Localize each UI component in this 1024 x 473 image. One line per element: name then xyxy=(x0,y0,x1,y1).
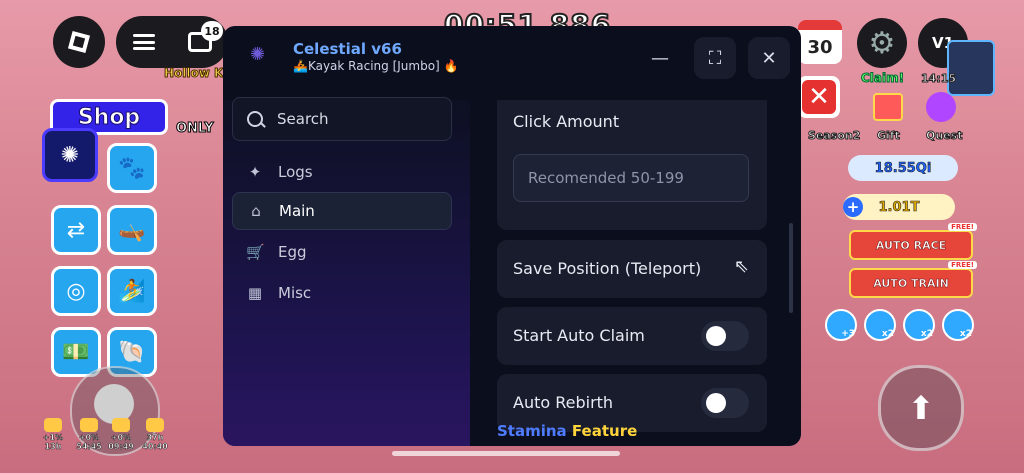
nav-egg[interactable]: 🛒 Egg xyxy=(232,233,452,271)
stat-4-icon xyxy=(146,418,164,432)
celestial-logo-icon: ✺ xyxy=(250,44,266,65)
hollow-text: Hollow Kn xyxy=(164,66,233,81)
trade-icon[interactable]: ⇄ xyxy=(51,205,101,255)
gift-label[interactable]: Gift xyxy=(877,129,901,143)
home-indicator[interactable] xyxy=(392,451,620,456)
currency-qi: 18.55Qi xyxy=(848,155,958,181)
sparkle-icon: ✦ xyxy=(248,163,262,181)
stat-3-top: +0% xyxy=(110,433,132,443)
nav-misc-label: Misc xyxy=(278,284,312,302)
hub-subtitle: 🚣Kayak Racing [Jumbo] 🔥 xyxy=(293,59,459,73)
stamina-word: Stamina xyxy=(497,422,567,440)
boost-2[interactable]: x2 xyxy=(864,309,896,341)
stat-3-bottom: 09:49 xyxy=(108,442,134,452)
hub-content: Click Amount Recomended 50-199 Save Posi… xyxy=(473,100,793,446)
season-label[interactable]: Season2 xyxy=(807,129,860,143)
claim-timer: 14:15 xyxy=(920,72,957,86)
stat-2-icon xyxy=(80,418,98,432)
auto-race-button[interactable]: AUTO RACE FREE! xyxy=(849,223,977,260)
quest-label[interactable]: Quest xyxy=(925,129,962,143)
close-button[interactable]: ✕ xyxy=(748,37,790,79)
jump-button[interactable]: ⬆ xyxy=(878,365,964,451)
celestial-toggle-icon[interactable]: ✺ xyxy=(42,128,98,182)
search-icon xyxy=(247,111,263,127)
hub-header[interactable]: ✺ Celestial v66 🚣Kayak Racing [Jumbo] 🔥 … xyxy=(223,26,801,100)
hub-window: ✺ Celestial v66 🚣Kayak Racing [Jumbo] 🔥 … xyxy=(223,26,801,446)
claim-label[interactable]: Claim! xyxy=(860,71,904,86)
grid-icon: ▦ xyxy=(247,284,263,302)
chat-badge: 18 xyxy=(201,21,223,41)
minimize-button[interactable]: — xyxy=(639,37,681,79)
hamburger-menu-icon[interactable] xyxy=(132,34,155,50)
hub-title: Celestial v66 xyxy=(293,40,402,58)
auto-rebirth-toggle[interactable] xyxy=(701,388,749,418)
stat-3-icon xyxy=(112,418,130,432)
auto-train-button[interactable]: AUTO TRAIN FREE! xyxy=(849,261,977,298)
search-input[interactable]: Search xyxy=(232,97,452,141)
spin-wheel-icon[interactable]: ◎ xyxy=(51,266,101,316)
calendar-icon[interactable]: 30 xyxy=(798,20,842,64)
boost-1[interactable]: +3 xyxy=(825,309,857,341)
nav-egg-label: Egg xyxy=(278,243,307,261)
paddle-icon[interactable]: 🏄 xyxy=(107,266,157,316)
quest-icon[interactable] xyxy=(926,92,956,122)
hub-sidebar: Search ✦ Logs ⌂ Main 🛒 Egg ▦ Misc xyxy=(223,97,470,446)
close-x-icon: ✕ xyxy=(802,80,836,114)
auto-claim-toggle[interactable] xyxy=(701,321,749,351)
toggle-knob xyxy=(706,393,726,413)
feature-word: Feature xyxy=(571,422,638,440)
nav-main[interactable]: ⌂ Main xyxy=(232,192,452,230)
content-scrollbar[interactable] xyxy=(789,223,793,313)
stat-2-bottom: 54:45 xyxy=(76,442,102,452)
roblox-logo-icon xyxy=(67,30,91,54)
auto-claim-row: Start Auto Claim xyxy=(497,307,767,365)
auto-claim-label: Start Auto Claim xyxy=(513,326,645,345)
click-amount-input[interactable]: Recomended 50-199 xyxy=(513,154,749,202)
settings-gear-icon[interactable]: ⚙ xyxy=(857,18,907,68)
home-icon: ⌂ xyxy=(251,202,261,220)
roblox-menu-button[interactable] xyxy=(53,16,105,68)
stat-3: +0% 09:49 xyxy=(106,418,136,451)
save-position-label: Save Position (Teleport) xyxy=(513,259,702,278)
stat-4: 37h 40:40 xyxy=(140,418,170,451)
cart-icon: 🛒 xyxy=(246,243,265,261)
click-cursor-icon: ⇖ xyxy=(733,256,749,277)
stat-1-icon xyxy=(44,418,62,432)
auto-train-label: AUTO TRAIN xyxy=(873,276,949,290)
stat-1: +1% 13h xyxy=(38,418,68,451)
stat-2: +0% 54:45 xyxy=(74,418,104,451)
stat-4-top: 37h xyxy=(146,433,164,443)
player-avatar[interactable] xyxy=(947,40,995,96)
nav-main-label: Main xyxy=(279,202,315,220)
pets-icon[interactable]: 🐾 xyxy=(107,143,157,193)
boost-3[interactable]: x2 xyxy=(903,309,935,341)
kayak-icon[interactable]: 🛶 xyxy=(107,205,157,255)
save-position-button[interactable]: Save Position (Teleport) ⇖ xyxy=(497,240,767,298)
only-text: ONLY xyxy=(176,121,215,137)
stat-1-bottom: 13h xyxy=(44,442,62,452)
stat-4-bottom: 40:40 xyxy=(142,442,168,452)
maximize-button[interactable]: ⛶ xyxy=(694,37,736,79)
auto-rebirth-label: Auto Rebirth xyxy=(513,393,614,412)
stamina-section-header: Stamina Feature xyxy=(497,422,637,440)
boost-4[interactable]: x2 xyxy=(942,309,974,341)
add-currency-icon[interactable]: + xyxy=(843,197,863,217)
stat-1-top: +1% xyxy=(42,433,64,443)
search-label: Search xyxy=(277,110,329,128)
nav-logs-label: Logs xyxy=(278,163,313,181)
stat-2-top: +0% xyxy=(78,433,100,443)
click-amount-label: Click Amount xyxy=(513,112,620,131)
nav-misc[interactable]: ▦ Misc xyxy=(232,274,452,312)
free-tag: FREE! xyxy=(948,261,977,269)
toggle-knob xyxy=(706,326,726,346)
nav-logs[interactable]: ✦ Logs xyxy=(232,153,452,191)
click-amount-card: Click Amount Recomended 50-199 xyxy=(497,100,767,230)
free-tag: FREE! xyxy=(948,223,977,231)
gift-icon[interactable] xyxy=(873,93,903,121)
close-x-button[interactable]: ✕ xyxy=(798,76,840,118)
auto-race-label: AUTO RACE xyxy=(875,238,947,252)
